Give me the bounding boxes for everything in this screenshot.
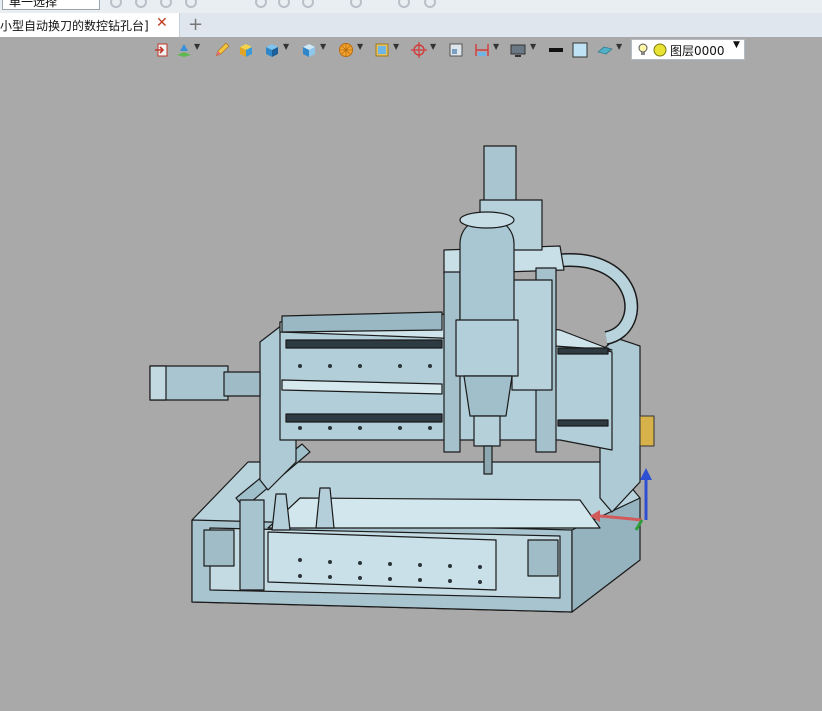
- chevron-down-icon[interactable]: ▼: [393, 42, 399, 51]
- faded-tool-icon[interactable]: [398, 0, 410, 8]
- box-solid-icon[interactable]: [238, 42, 254, 58]
- render-mode-icon[interactable]: [338, 42, 354, 58]
- chevron-down-icon[interactable]: ▼: [530, 42, 536, 51]
- face-color-icon[interactable]: [572, 42, 588, 58]
- faded-tool-icon[interactable]: [278, 0, 290, 8]
- view-box-icon[interactable]: [374, 42, 390, 58]
- document-tab[interactable]: 小型自动换刀的数控钻孔台] ✕: [0, 13, 180, 37]
- orient-icon[interactable]: [411, 42, 427, 58]
- faded-tool-icon[interactable]: [185, 0, 197, 8]
- origin-marker-icon: [639, 415, 655, 447]
- faded-tool-icon[interactable]: [110, 0, 122, 8]
- chevron-down-icon[interactable]: ▼: [493, 42, 499, 51]
- exit-icon[interactable]: [154, 42, 170, 58]
- new-tab-icon[interactable]: +: [188, 14, 203, 35]
- lightbulb-icon[interactable]: [637, 43, 649, 57]
- display-icon[interactable]: [510, 42, 526, 58]
- section-view-icon[interactable]: [448, 42, 464, 58]
- cube-icon[interactable]: [264, 42, 280, 58]
- faded-tool-icon[interactable]: [135, 0, 147, 8]
- chevron-down-icon[interactable]: ▼: [733, 40, 740, 50]
- faded-tool-icon[interactable]: [160, 0, 172, 8]
- sketch-icon[interactable]: [176, 42, 192, 58]
- ribbon-strip: 单一选择: [0, 0, 822, 13]
- document-tab-bar: 小型自动换刀的数控钻孔台] ✕ +: [0, 13, 822, 37]
- faded-tool-icon[interactable]: [255, 0, 267, 8]
- chevron-down-icon[interactable]: ▼: [430, 42, 436, 51]
- 3d-viewport[interactable]: [0, 62, 822, 711]
- measure-icon[interactable]: [474, 42, 490, 58]
- shell-icon[interactable]: [301, 42, 317, 58]
- layer-color-icon[interactable]: [653, 43, 667, 57]
- pencil-icon[interactable]: [214, 42, 230, 58]
- chevron-down-icon[interactable]: ▼: [320, 42, 326, 51]
- z-axis-arrow-icon: [640, 468, 652, 480]
- chevron-down-icon[interactable]: ▼: [616, 42, 622, 51]
- chevron-down-icon[interactable]: ▼: [357, 42, 363, 51]
- faded-tool-icon[interactable]: [302, 0, 314, 8]
- document-tab-label: 小型自动换刀的数控钻孔台]: [0, 19, 149, 33]
- selection-filter-dropdown[interactable]: 单一选择: [2, 0, 100, 10]
- chevron-down-icon[interactable]: ▼: [283, 42, 289, 51]
- faded-tool-icon[interactable]: [350, 0, 362, 8]
- close-tab-icon[interactable]: ✕: [156, 15, 168, 31]
- plane-icon[interactable]: [597, 42, 613, 58]
- cnc-machine-model: [149, 145, 641, 613]
- layer-name: 图层0000: [670, 44, 725, 58]
- chevron-down-icon[interactable]: ▼: [194, 42, 200, 51]
- faded-tool-icon[interactable]: [424, 0, 436, 8]
- line-color-icon[interactable]: [548, 42, 564, 58]
- layer-dropdown[interactable]: 图层0000 ▼: [631, 39, 745, 60]
